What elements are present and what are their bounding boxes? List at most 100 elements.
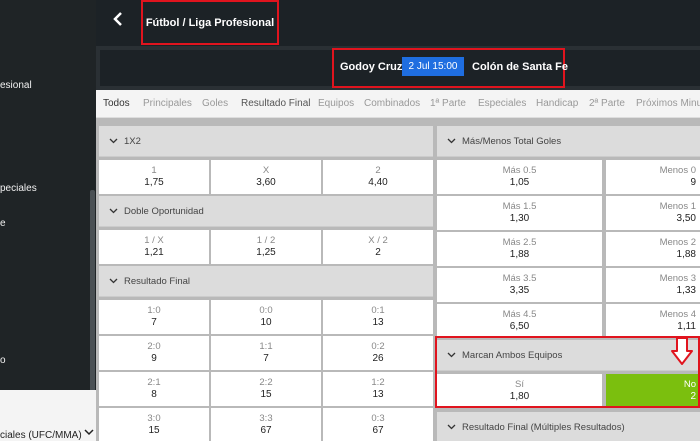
tab-handicap[interactable]: Handicap [536, 98, 578, 109]
odds-label: X / 2 [368, 235, 388, 246]
odds-cell[interactable]: Menos 3 1,33 [606, 268, 700, 302]
market-header-marcan-ambos[interactable]: Marcan Ambos Equipos [437, 340, 700, 371]
odds-cell[interactable]: Más 1.5 1,30 [437, 196, 602, 230]
odds-row: Más 1.5 1,30 Menos 1 3,50 [437, 196, 700, 230]
odds-value: 3,60 [256, 177, 276, 188]
sidebar-item-4[interactable]: o [0, 355, 6, 366]
odds-value: 7 [263, 353, 269, 364]
odds-cell[interactable]: 0:2 26 [323, 336, 433, 370]
odds-label: Menos 0 [659, 165, 696, 176]
odds-label: 3:0 [147, 413, 161, 424]
tab-especiales[interactable]: Especiales [478, 98, 526, 109]
odds-row: 1:0 7 0:0 10 0:1 13 [99, 300, 433, 334]
odds-value: 3,50 [676, 213, 696, 224]
odds-cell[interactable]: Más 4.5 6,50 [437, 304, 602, 338]
odds-cell[interactable]: 3:0 15 [99, 408, 209, 441]
odds-value: 2 [690, 391, 696, 402]
odds-cell-si[interactable]: Sí 1,80 [437, 374, 602, 408]
odds-label: 3:3 [259, 413, 273, 424]
odds-cell[interactable]: 0:1 13 [323, 300, 433, 334]
sidebar-item-ufc-mma[interactable]: ciales (UFC/MMA) [0, 430, 82, 441]
odds-label: 2:0 [147, 341, 161, 352]
odds-cell[interactable]: 1 / 2 1,25 [211, 230, 321, 264]
odds-cell[interactable]: 3:3 67 [211, 408, 321, 441]
market-header-mas-menos[interactable]: Más/Menos Total Goles [437, 126, 700, 157]
odds-cell[interactable]: Menos 4 1,11 [606, 304, 700, 338]
odds-row: 1 1,75 X 3,60 2 4,40 [99, 160, 433, 194]
odds-label: 1:0 [147, 305, 161, 316]
odds-row: Más 2.5 1,88 Menos 2 1,88 [437, 232, 700, 266]
odds-value: 1,88 [509, 249, 530, 260]
back-arrow-icon[interactable] [112, 10, 124, 34]
tab-proximos-minutos[interactable]: Próximos Minut [636, 98, 700, 109]
odds-cell[interactable]: 2:0 9 [99, 336, 209, 370]
odds-cell[interactable]: X 3,60 [211, 160, 321, 194]
odds-cell[interactable]: Menos 1 3,50 [606, 196, 700, 230]
odds-label: 2 [375, 165, 381, 176]
sidebar-item-3[interactable]: e [0, 218, 6, 229]
market-title: Resultado Final (Múltiples Resultados) [462, 421, 625, 433]
odds-label: Sí [515, 379, 524, 390]
odds-cell-no-selected[interactable]: No 2 [606, 374, 700, 408]
market-tabs: Todos Principales Goles Resultado Final … [96, 90, 700, 118]
tab-combinados[interactable]: Combinados [364, 98, 420, 109]
odds-cell[interactable]: 2:1 8 [99, 372, 209, 406]
market-title: 1X2 [124, 135, 141, 147]
tab-principales[interactable]: Principales [143, 98, 192, 109]
odds-cell[interactable]: 2 4,40 [323, 160, 433, 194]
odds-label: Más 3.5 [502, 273, 537, 284]
odds-value: 2 [375, 247, 381, 258]
odds-label: Menos 3 [659, 273, 696, 284]
odds-value: 1,21 [144, 247, 164, 258]
odds-cell[interactable]: 2:2 15 [211, 372, 321, 406]
odds-label: 1 [151, 165, 157, 176]
odds-cell[interactable]: 0:0 10 [211, 300, 321, 334]
tab-resultado-final[interactable]: Resultado Final [241, 98, 310, 109]
odds-row: 2:1 8 2:2 15 1:2 13 [99, 372, 433, 406]
chevron-down-icon[interactable] [84, 428, 94, 439]
odds-label: 0:2 [371, 341, 385, 352]
tab-todos[interactable]: Todos [103, 98, 130, 109]
odds-label: Menos 4 [659, 309, 696, 320]
odds-cell[interactable]: 1:0 7 [99, 300, 209, 334]
odds-cell[interactable]: Más 3.5 3,35 [437, 268, 602, 302]
market-header-1x2[interactable]: 1X2 [99, 126, 433, 157]
odds-value: 8 [151, 389, 157, 400]
market-header-resultado-final[interactable]: Resultado Final [99, 266, 433, 297]
odds-row: Más 0.5 1,05 Menos 09 [437, 160, 700, 194]
chevron-down-icon [109, 206, 118, 217]
odds-cell[interactable]: 0:3 67 [323, 408, 433, 441]
market-header-resultado-multiples[interactable]: Resultado Final (Múltiples Resultados) [437, 412, 700, 441]
odds-cell[interactable]: 1 1,75 [99, 160, 209, 194]
sidebar-item-liga-profesional[interactable]: esional [0, 80, 32, 91]
odds-cell[interactable]: X / 22 [323, 230, 433, 264]
home-team: Godoy Cruz [340, 61, 403, 73]
odds-label: X [262, 165, 270, 176]
odds-cell[interactable]: 1:2 13 [323, 372, 433, 406]
tab-equipos[interactable]: Equipos [318, 98, 354, 109]
odds-label: 1 / X [144, 235, 164, 246]
odds-label: 2:1 [147, 377, 161, 388]
odds-value: 1,75 [144, 177, 164, 188]
chevron-down-icon [447, 350, 456, 361]
odds-row: 3:0 15 3:3 67 0:3 67 [99, 408, 433, 441]
odds-cell[interactable]: Más 2.5 1,88 [437, 232, 602, 266]
odds-cell[interactable]: 1:1 7 [211, 336, 321, 370]
odds-cell[interactable]: Más 0.5 1,05 [437, 160, 602, 194]
odds-value: 13 [372, 389, 384, 400]
tab-goles[interactable]: Goles [202, 98, 228, 109]
odds-label: 0:0 [259, 305, 273, 316]
odds-cell[interactable]: Menos 2 1,88 [606, 232, 700, 266]
tab-2-parte[interactable]: 2ª Parte [589, 98, 625, 109]
odds-cell[interactable]: Menos 09 [606, 160, 700, 194]
odds-row: 1 / X 1,21 1 / 2 1,25 X / 22 [99, 230, 433, 264]
sidebar-item-especiales[interactable]: peciales [0, 183, 37, 194]
tab-1-parte[interactable]: 1ª Parte [430, 98, 466, 109]
odds-value: 10 [260, 317, 272, 328]
odds-value: 1,11 [677, 321, 696, 332]
odds-cell[interactable]: 1 / X 1,21 [99, 230, 209, 264]
market-header-doble-oportunidad[interactable]: Doble Oportunidad [99, 196, 433, 227]
odds-value: 3,35 [509, 285, 530, 296]
left-column: 1X2 1 1,75 X 3,60 2 4,40 Doble Oportunidad … [99, 126, 433, 441]
annotation-down-arrow-icon [670, 336, 694, 366]
